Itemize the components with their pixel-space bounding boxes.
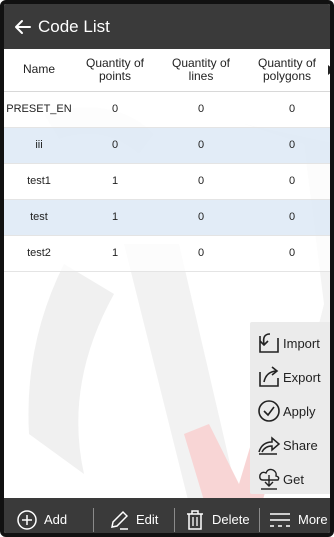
table-header-row: Name Quantity of points Quantity of line…: [4, 49, 334, 92]
add-label: Add: [44, 512, 68, 527]
page-title: Code List: [38, 16, 110, 36]
code-table: Name Quantity of points Quantity of line…: [4, 49, 334, 272]
add-button[interactable]: Add: [16, 498, 68, 533]
menu-item-label: Export: [283, 369, 321, 385]
menu-item-label: Import: [283, 335, 320, 351]
cell-polygons: 0: [246, 235, 330, 272]
column-header-points[interactable]: Quantity of points: [74, 49, 156, 92]
cell-points: 0: [74, 91, 156, 128]
column-header-polygons-label: Quantity of polygons: [257, 55, 317, 83]
cell-points: 1: [74, 235, 156, 272]
table-row[interactable]: test2 1 0 0: [4, 235, 330, 272]
menu-item-share[interactable]: Share: [250, 428, 330, 462]
plus-circle-icon: [17, 509, 37, 530]
menu-item-label: Share: [283, 437, 318, 453]
edit-button[interactable]: Edit: [108, 498, 159, 533]
share-icon: [258, 436, 281, 455]
menu-icon: [270, 512, 290, 527]
cell-lines: 0: [156, 199, 246, 236]
cell-lines: 0: [156, 127, 246, 164]
cell-name: PRESET_EN: [4, 91, 74, 128]
menu-item-import[interactable]: Import: [250, 326, 330, 360]
column-header-lines[interactable]: Quantity of lines: [156, 49, 246, 92]
cell-polygons: 0: [246, 163, 330, 200]
app-window: Code List Name Quantity of points Quanti…: [0, 0, 334, 537]
cell-points: 0: [74, 127, 156, 164]
table-row[interactable]: PRESET_EN 0 0 0: [4, 91, 330, 128]
more-popup-menu: Import Export Apply Share Get: [250, 322, 330, 496]
cell-name: test1: [4, 163, 74, 200]
table-row[interactable]: test 1 0 0: [4, 199, 330, 236]
arrow-left-icon[interactable]: [14, 18, 32, 36]
cell-lines: 0: [156, 91, 246, 128]
title-bar: Code List: [4, 4, 330, 49]
toolbar-divider: [174, 508, 175, 532]
export-icon: [259, 366, 279, 387]
table-row[interactable]: test1 1 0 0: [4, 163, 330, 200]
cell-lines: 0: [156, 163, 246, 200]
cell-name: test: [4, 199, 74, 236]
table-row[interactable]: iii 0 0 0: [4, 127, 330, 164]
column-header-name[interactable]: Name: [4, 49, 74, 92]
toolbar-divider: [259, 508, 260, 532]
cell-lines: 0: [156, 235, 246, 272]
cell-polygons: 0: [246, 199, 330, 236]
trash-icon: [187, 509, 203, 530]
more-button[interactable]: More: [268, 498, 328, 533]
column-header-polygons[interactable]: Quantity of polygons: [246, 49, 334, 92]
menu-item-label: Get: [283, 471, 304, 487]
toolbar-divider: [93, 508, 94, 532]
download-icon: [259, 468, 280, 490]
menu-item-export[interactable]: Export: [250, 360, 330, 394]
check-circle-icon: [258, 400, 280, 422]
menu-item-label: Apply: [283, 403, 316, 419]
delete-button[interactable]: Delete: [184, 498, 250, 533]
import-icon: [259, 333, 279, 353]
cell-points: 1: [74, 199, 156, 236]
more-label: More: [298, 512, 328, 527]
menu-item-apply[interactable]: Apply: [250, 394, 330, 428]
menu-item-get[interactable]: Get: [250, 462, 330, 496]
caret-right-icon[interactable]: [327, 64, 334, 76]
cell-name: test2: [4, 235, 74, 272]
bottom-toolbar: Add Edit Delete More: [4, 498, 330, 533]
cell-points: 1: [74, 163, 156, 200]
pencil-icon: [111, 510, 129, 530]
cell-name: iii: [4, 127, 74, 164]
cell-polygons: 0: [246, 127, 330, 164]
cell-polygons: 0: [246, 91, 330, 128]
delete-label: Delete: [212, 512, 250, 527]
edit-label: Edit: [136, 512, 159, 527]
